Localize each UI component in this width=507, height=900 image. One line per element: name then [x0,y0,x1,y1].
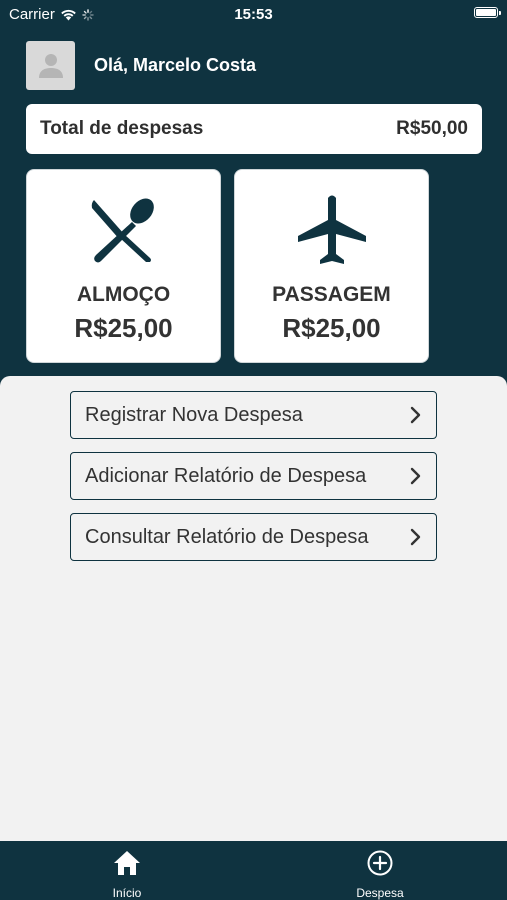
category-value: R$25,00 [74,313,173,343]
actions-panel: Registrar Nova Despesa Adicionar Relatór… [0,376,507,841]
category-card-passagem[interactable]: PASSAGEM R$25,00 [234,169,429,363]
tab-label: Despesa [356,886,404,900]
tab-label: Início [112,886,142,900]
menu-item-label: Consultar Relatório de Despesa [85,525,369,548]
register-expense-button[interactable]: Registrar Nova Despesa [70,391,437,439]
chevron-right-icon [410,528,421,546]
user-header: Olá, Marcelo Costa [26,40,256,90]
menu-item-label: Adicionar Relatório de Despesa [85,464,367,487]
category-name: ALMOÇO [76,283,171,306]
tab-despesa[interactable]: Despesa [320,849,440,900]
category-name: PASSAGEM [272,283,391,306]
avatar[interactable] [26,40,75,90]
airplane-icon [297,195,366,264]
view-expense-report-button[interactable]: Consultar Relatório de Despesa [70,513,437,561]
total-expenses-card: Total de despesas R$50,00 [26,104,482,154]
category-value: R$25,00 [282,313,381,343]
fork-knife-icon [91,198,154,263]
battery-icon [474,7,501,18]
chevron-right-icon [410,406,421,424]
total-expenses-value: R$50,00 [396,118,468,139]
menu-item-label: Registrar Nova Despesa [85,403,303,426]
add-expense-report-button[interactable]: Adicionar Relatório de Despesa [70,452,437,500]
tab-inicio[interactable]: Início [67,849,187,900]
status-time: 15:53 [234,6,273,23]
plus-circle-icon [367,850,393,876]
home-icon [114,851,140,875]
user-placeholder-icon [38,54,63,78]
total-expenses-label: Total de despesas [40,118,204,139]
category-card-almoco[interactable]: ALMOÇO R$25,00 [26,169,221,363]
chevron-right-icon [410,467,421,485]
tab-bar: Início Despesa [0,841,507,900]
status-bar: Carrier 15:53 [0,0,507,30]
greeting-text: Olá, Marcelo Costa [94,54,257,75]
